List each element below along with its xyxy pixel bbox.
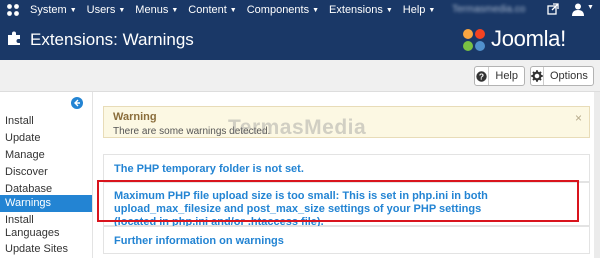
user-icon[interactable] — [572, 3, 584, 16]
close-icon[interactable]: × — [575, 111, 582, 125]
help-button[interactable]: ? Help — [474, 66, 525, 86]
joomla-logo-icon — [463, 29, 485, 51]
caret-down-icon: ▼ — [171, 7, 179, 14]
menu-label: Help — [402, 4, 426, 16]
warning-item: Further information on warnings — [103, 226, 590, 254]
joomla-mini-logo-icon[interactable] — [6, 3, 20, 17]
question-circle-icon: ? — [475, 67, 490, 85]
sidebar: Install Update Manage Discover Database … — [0, 92, 92, 258]
caret-down-icon: ▼ — [118, 7, 126, 14]
highlight-box — [97, 180, 579, 222]
menu-label: Menus — [135, 4, 169, 16]
sidebar-item-install-languages[interactable]: Install Languages — [0, 213, 92, 243]
watermark: TermasMedia — [228, 116, 367, 139]
toolbar: ? Help Options — [0, 60, 600, 92]
caret-down-icon: ▼ — [312, 7, 320, 14]
menu-help[interactable]: Help ▼ — [403, 4, 436, 16]
warning-item: The PHP temporary folder is not set. — [103, 154, 590, 182]
menu-label: Extensions — [329, 4, 383, 16]
warning-link-temp-folder[interactable]: The PHP temporary folder is not set. — [114, 163, 304, 176]
page-title: Extensions: Warnings — [30, 30, 194, 49]
sidebar-item-warnings[interactable]: Warnings — [0, 195, 92, 212]
caret-down-icon[interactable]: ▼ — [587, 4, 594, 11]
main-menu: System ▼ Users ▼ Menus ▼ Content ▼ Component… — [30, 0, 445, 20]
menu-label: System — [30, 4, 67, 16]
top-navbar: System ▼ Users ▼ Menus ▼ Content ▼ Component… — [0, 0, 600, 20]
options-label: Options — [550, 70, 588, 82]
external-link-icon[interactable] — [547, 3, 559, 15]
caret-down-icon: ▼ — [428, 7, 436, 14]
gear-icon — [531, 67, 544, 85]
menu-system[interactable]: System ▼ — [30, 4, 77, 16]
sidebar-item-manage[interactable]: Manage — [0, 147, 92, 164]
joomla-wordmark: Joomla! — [491, 26, 566, 51]
menu-users[interactable]: Users ▼ — [87, 4, 126, 16]
sidebar-item-install[interactable]: Install — [0, 113, 92, 130]
puzzle-piece-icon — [8, 31, 20, 45]
page-header: Extensions: Warnings Joomla! — [0, 20, 600, 60]
sidebar-item-discover[interactable]: Discover — [0, 164, 92, 181]
menu-label: Content — [188, 4, 227, 16]
caret-down-icon: ▼ — [69, 7, 77, 14]
caret-down-icon: ▼ — [385, 7, 393, 14]
menu-label: Components — [246, 4, 310, 16]
caret-down-icon: ▼ — [229, 7, 237, 14]
sidebar-item-update-sites[interactable]: Update Sites — [0, 241, 92, 258]
sidebar-item-update[interactable]: Update — [0, 130, 92, 147]
menu-label: Users — [86, 4, 116, 16]
collapse-sidebar-icon[interactable] — [71, 97, 83, 109]
svg-text:?: ? — [479, 71, 484, 81]
site-link[interactable]: Termasmedia.co — [452, 4, 525, 15]
sidebar-item-label: Install — [5, 214, 34, 226]
scrollbar[interactable] — [594, 92, 600, 258]
menu-components[interactable]: Components ▼ — [247, 4, 319, 16]
help-label: Help — [495, 70, 518, 82]
menu-menus[interactable]: Menus ▼ — [135, 4, 178, 16]
menu-extensions[interactable]: Extensions ▼ — [329, 4, 393, 16]
options-button[interactable]: Options — [530, 66, 594, 86]
sidebar-item-label: Languages — [5, 227, 60, 239]
menu-content[interactable]: Content ▼ — [188, 4, 236, 16]
alert-title: Warning — [113, 111, 157, 123]
warning-link-further-info[interactable]: Further information on warnings — [114, 235, 284, 248]
